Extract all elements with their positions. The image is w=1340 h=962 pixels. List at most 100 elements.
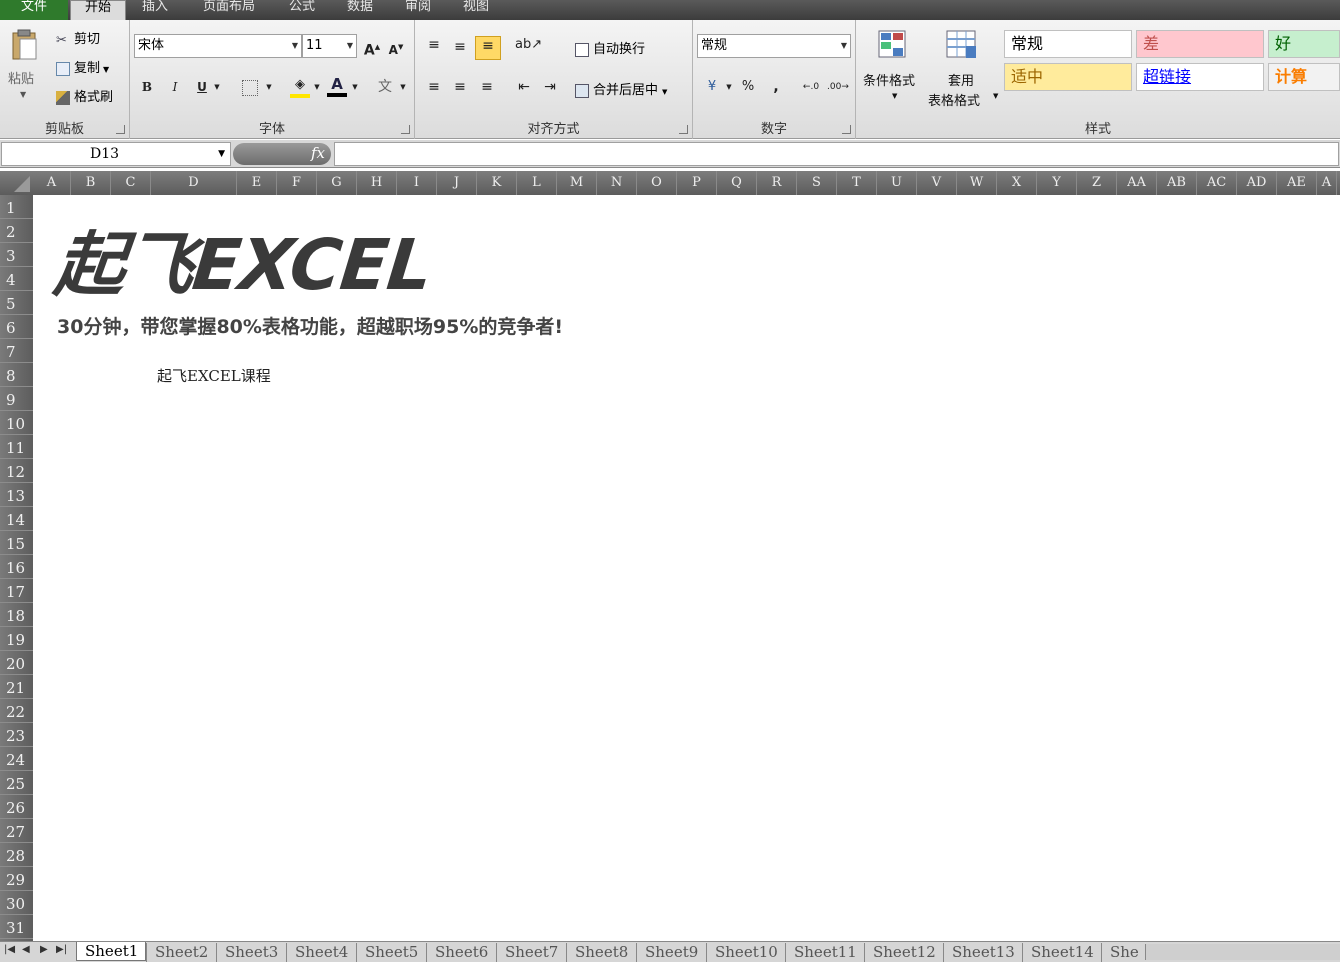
column-header[interactable]: H — [357, 171, 397, 195]
tab-home[interactable]: 开始 — [70, 0, 126, 20]
font-name-select[interactable]: 宋体 ▼ — [134, 34, 302, 58]
cell-style-option[interactable]: 适中 — [1004, 63, 1132, 91]
font-size-select[interactable]: 11 ▼ — [302, 34, 357, 58]
column-header[interactable]: B — [71, 171, 111, 195]
italic-button[interactable]: I — [166, 78, 184, 96]
border-icon[interactable] — [242, 80, 258, 96]
column-header[interactable]: AC — [1197, 171, 1237, 195]
row-header[interactable]: 15 — [0, 531, 33, 555]
row-header[interactable]: 7 — [0, 339, 33, 363]
row-header[interactable]: 2 — [0, 219, 33, 243]
column-header[interactable]: AD — [1237, 171, 1277, 195]
column-header[interactable]: P — [677, 171, 717, 195]
sheet-tab[interactable]: Sheet11 — [785, 943, 864, 962]
fill-color-icon[interactable]: ◈ — [290, 76, 310, 98]
font-color-button[interactable]: A — [327, 75, 347, 97]
align-bottom-icon[interactable]: ≡ — [475, 36, 501, 60]
column-header[interactable]: T — [837, 171, 877, 195]
cell-style-option[interactable]: 差 — [1136, 30, 1264, 58]
column-header[interactable]: F — [277, 171, 317, 195]
cell-style-option[interactable]: 超链接 — [1136, 63, 1264, 91]
horizontal-scrollbar[interactable] — [1145, 944, 1340, 960]
row-header[interactable]: 31 — [0, 915, 33, 939]
column-header[interactable]: C — [111, 171, 151, 195]
row-header[interactable]: 30 — [0, 891, 33, 915]
merge-center-button[interactable]: 合并后居中 ▼ — [575, 79, 667, 99]
tab-data[interactable]: 数据 — [334, 0, 386, 20]
decrease-decimal-icon[interactable]: .00→ — [827, 78, 849, 96]
formula-input[interactable] — [334, 142, 1339, 166]
column-header[interactable]: W — [957, 171, 997, 195]
column-header[interactable]: G — [317, 171, 357, 195]
row-header[interactable]: 25 — [0, 771, 33, 795]
currency-icon[interactable]: ¥ — [701, 78, 723, 96]
sheet-tab[interactable]: Sheet2 — [146, 943, 216, 962]
underline-button[interactable]: U — [193, 78, 211, 96]
sheet-tab[interactable]: Sheet8 — [566, 943, 636, 962]
row-header[interactable]: 12 — [0, 459, 33, 483]
align-left-icon[interactable]: ≡ — [425, 78, 443, 96]
align-right-icon[interactable]: ≡ — [478, 78, 496, 96]
cell-style-option[interactable]: 好 — [1268, 30, 1340, 58]
tab-file[interactable]: 文件 — [0, 0, 68, 20]
next-sheet-icon[interactable]: ▶ — [40, 944, 48, 955]
sheet-tab[interactable]: She — [1101, 943, 1139, 962]
sheet-tab[interactable]: Sheet9 — [636, 943, 706, 962]
sheet-tab[interactable]: Sheet6 — [426, 943, 496, 962]
sheet-tab[interactable]: Sheet14 — [1022, 943, 1101, 962]
percent-button[interactable]: % — [739, 78, 757, 96]
column-header[interactable]: A — [33, 171, 71, 195]
format-painter-button[interactable]: 格式刷 — [56, 86, 128, 106]
tab-view[interactable]: 视图 — [450, 0, 502, 20]
number-format-select[interactable]: 常规 ▼ — [697, 34, 851, 58]
chevron-down-icon[interactable]: ▼ — [264, 78, 274, 96]
chevron-down-icon[interactable]: ▼ — [724, 78, 734, 96]
row-header[interactable]: 3 — [0, 243, 33, 267]
row-header[interactable]: 14 — [0, 507, 33, 531]
row-header[interactable]: 16 — [0, 555, 33, 579]
align-center-icon[interactable]: ≡ — [451, 78, 469, 96]
row-header[interactable]: 27 — [0, 819, 33, 843]
grow-font-button[interactable]: A▲ — [362, 38, 382, 60]
column-header[interactable]: A — [1317, 171, 1337, 195]
align-top-icon[interactable]: ≡ — [425, 36, 443, 54]
cut-button[interactable]: ✂ 剪切 — [56, 28, 126, 48]
cell-style-option[interactable]: 计算 — [1268, 63, 1340, 91]
name-box[interactable]: D13 ▼ — [1, 142, 231, 166]
sheet-tab[interactable]: Sheet5 — [356, 943, 426, 962]
course-cell[interactable]: 起飞EXCEL课程 — [157, 365, 271, 386]
column-header[interactable]: K — [477, 171, 517, 195]
column-header[interactable]: N — [597, 171, 637, 195]
sheet-tab[interactable]: Sheet12 — [864, 943, 943, 962]
column-header[interactable]: M — [557, 171, 597, 195]
paste-button[interactable]: 粘贴 ▼ — [4, 26, 44, 110]
increase-indent-icon[interactable]: ⇥ — [541, 78, 559, 96]
select-all-corner[interactable] — [0, 171, 33, 195]
column-header[interactable]: D — [151, 171, 237, 195]
align-middle-icon[interactable]: ≡ — [451, 38, 469, 56]
column-header[interactable]: V — [917, 171, 957, 195]
shrink-font-button[interactable]: A▼ — [386, 38, 406, 59]
tab-review[interactable]: 审阅 — [392, 0, 444, 20]
row-header[interactable]: 5 — [0, 291, 33, 315]
column-header[interactable]: AA — [1117, 171, 1157, 195]
row-header[interactable]: 21 — [0, 675, 33, 699]
increase-decimal-icon[interactable]: ←.0 — [801, 78, 821, 96]
chevron-down-icon[interactable]: ▼ — [350, 78, 360, 96]
column-header[interactable]: L — [517, 171, 557, 195]
row-header[interactable]: 4 — [0, 267, 33, 291]
bold-button[interactable]: B — [138, 78, 156, 96]
row-header[interactable]: 28 — [0, 843, 33, 867]
last-sheet-icon[interactable]: ▶| — [56, 944, 67, 955]
dialog-launcher-icon[interactable] — [116, 125, 125, 134]
tab-formulas[interactable]: 公式 — [276, 0, 328, 20]
sheet-tab[interactable]: Sheet10 — [706, 943, 785, 962]
row-header[interactable]: 17 — [0, 579, 33, 603]
copy-button[interactable]: 复制 ▼ — [56, 57, 128, 77]
column-header[interactable]: Y — [1037, 171, 1077, 195]
sheet-tab[interactable]: Sheet3 — [216, 943, 286, 962]
comma-button[interactable]: , — [767, 78, 785, 96]
row-header[interactable]: 11 — [0, 435, 33, 459]
format-as-table-button[interactable]: 套用 表格格式 ▼ — [926, 26, 1004, 110]
row-header[interactable]: 6 — [0, 315, 33, 339]
